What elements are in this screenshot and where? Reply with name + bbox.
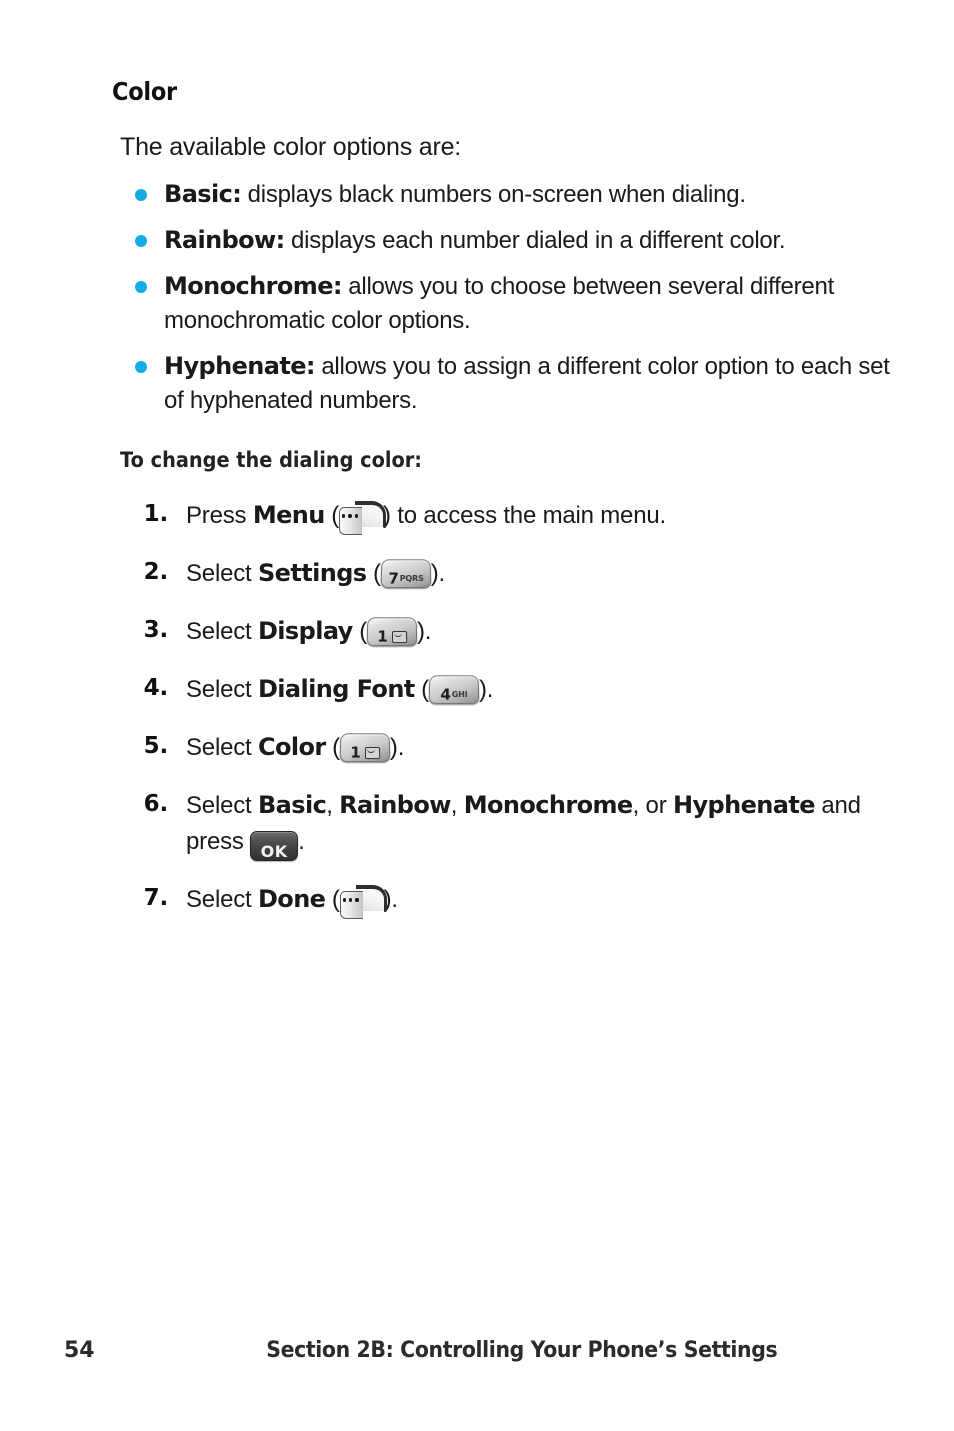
step-text: Select Settings (7PQRS). (186, 555, 892, 592)
intro-paragraph: The available color options are: (120, 132, 462, 161)
step-emphasis: Settings (257, 559, 367, 588)
step-emphasis-hyphenate: Hyphenate (672, 791, 816, 820)
step-emphasis: Dialing Font (257, 675, 415, 704)
step-text: Press Menu () to access the main menu. (186, 497, 892, 536)
step-text: Select Dialing Font (4GHI). (186, 671, 892, 708)
step-number: 4. (143, 675, 169, 702)
step-item: 1. Press Menu () to access the main menu… (112, 497, 892, 536)
separator: , or (632, 792, 673, 820)
step-lead: Select (186, 792, 258, 820)
step-number: 6. (143, 791, 169, 818)
page-footer: 54 Section 2B: Controlling Your Phone’s … (0, 1338, 954, 1378)
step-lead: Select (186, 886, 258, 914)
paren-open: ( (324, 502, 340, 530)
separator: , (450, 792, 464, 820)
list-item: Basic: displays black numbers on-screen … (112, 177, 892, 212)
step-emphasis: Color (257, 733, 326, 762)
step-tail-end: . (298, 828, 305, 856)
softkey-done-icon (339, 885, 387, 920)
step-emphasis: Menu (252, 501, 326, 530)
voicemail-icon (391, 631, 407, 644)
step-item: 5. Select Color (1). (112, 729, 892, 767)
paren-open: ( (366, 560, 381, 588)
step-text: Select Basic, Rainbow, Monochrome, or Hy… (186, 787, 892, 862)
step-number: 5. (143, 733, 169, 760)
paren-open: ( (414, 676, 429, 704)
procedure-steps: 1. Press Menu () to access the main menu… (112, 497, 892, 920)
paren-open: ( (325, 886, 340, 914)
option-description: displays each number dialed in a differe… (284, 226, 786, 254)
procedure-heading: To change the dialing color: (120, 448, 423, 473)
list-item: Monochrome: allows you to choose between… (112, 269, 892, 338)
step-tail: to access the main menu. (397, 502, 666, 530)
step-item: 3. Select Display (1). (112, 613, 892, 651)
option-term: Hyphenate: (164, 352, 316, 381)
manual-page: Color The available color options are: B… (0, 0, 954, 1431)
step-number: 3. (143, 617, 169, 644)
bullet-dot-icon (135, 361, 147, 374)
step-emphasis: Done (257, 885, 326, 914)
paren-open: ( (352, 618, 367, 646)
paren-close: ). (430, 560, 446, 588)
step-number: 1. (143, 501, 169, 528)
list-item: Rainbow: displays each number dialed in … (112, 223, 892, 258)
step-emphasis-rainbow: Rainbow (339, 791, 451, 820)
page-title: Color (112, 77, 177, 106)
step-lead: Select (186, 618, 258, 646)
step-emphasis-basic: Basic (257, 791, 327, 820)
footer-section-title: Section 2B: Controlling Your Phone’s Set… (266, 1338, 778, 1363)
step-emphasis-monochrome: Monochrome (463, 791, 633, 820)
step-number: 7. (143, 885, 169, 912)
step-item: 4. Select Dialing Font (4GHI). (112, 671, 892, 709)
paren-close: ). (389, 734, 405, 762)
key-digit: 7 (387, 570, 399, 589)
step-lead: Select (186, 734, 258, 762)
voicemail-icon (364, 747, 380, 760)
bullet-dot-icon (135, 280, 147, 293)
step-item: 2. Select Settings (7PQRS). (112, 555, 892, 593)
key-1-voicemail-icon: 1 (339, 733, 391, 763)
step-lead: Select (186, 560, 258, 588)
step-emphasis: Display (257, 617, 353, 646)
option-term: Monochrome: (164, 271, 342, 300)
key-label: OK (260, 842, 288, 862)
step-lead: Select (186, 676, 258, 704)
step-item: 6. Select Basic, Rainbow, Monochrome, or… (112, 787, 892, 862)
option-term: Basic: (164, 179, 242, 208)
key-letters: GHI (451, 690, 468, 700)
key-1-voicemail-icon: 1 (366, 617, 418, 647)
key-4-ghi-icon: 4GHI (428, 675, 480, 705)
key-ok-icon: OK (250, 831, 299, 862)
key-letters: PQRS (399, 574, 424, 584)
bullet-dot-icon (135, 188, 147, 201)
key-digit: 1 (377, 628, 388, 647)
step-lead: Press (186, 502, 253, 530)
key-digit: 1 (350, 744, 361, 763)
softkey-menu-icon (339, 501, 387, 536)
step-text: Select Color (1). (186, 729, 892, 766)
step-number: 2. (143, 559, 169, 586)
separator: , (326, 792, 340, 820)
color-options-list: Basic: displays black numbers on-screen … (112, 177, 892, 418)
step-text: Select Display (1). (186, 613, 892, 650)
key-digit: 4 (440, 686, 451, 705)
page-content: Color The available color options are: B… (112, 78, 892, 939)
paren-open: ( (325, 734, 340, 762)
bullet-dot-icon (135, 234, 147, 247)
key-7-pqrs-icon: 7PQRS (380, 559, 432, 589)
paren-close: ). (478, 676, 494, 704)
paren-close: ). (417, 618, 432, 646)
list-item: Hyphenate: allows you to assign a differ… (112, 349, 892, 418)
step-item: 7. Select Done (). (112, 881, 892, 920)
option-term: Rainbow: (164, 225, 285, 254)
option-description: displays black numbers on-screen when di… (241, 180, 746, 208)
step-text: Select Done (). (186, 881, 892, 920)
